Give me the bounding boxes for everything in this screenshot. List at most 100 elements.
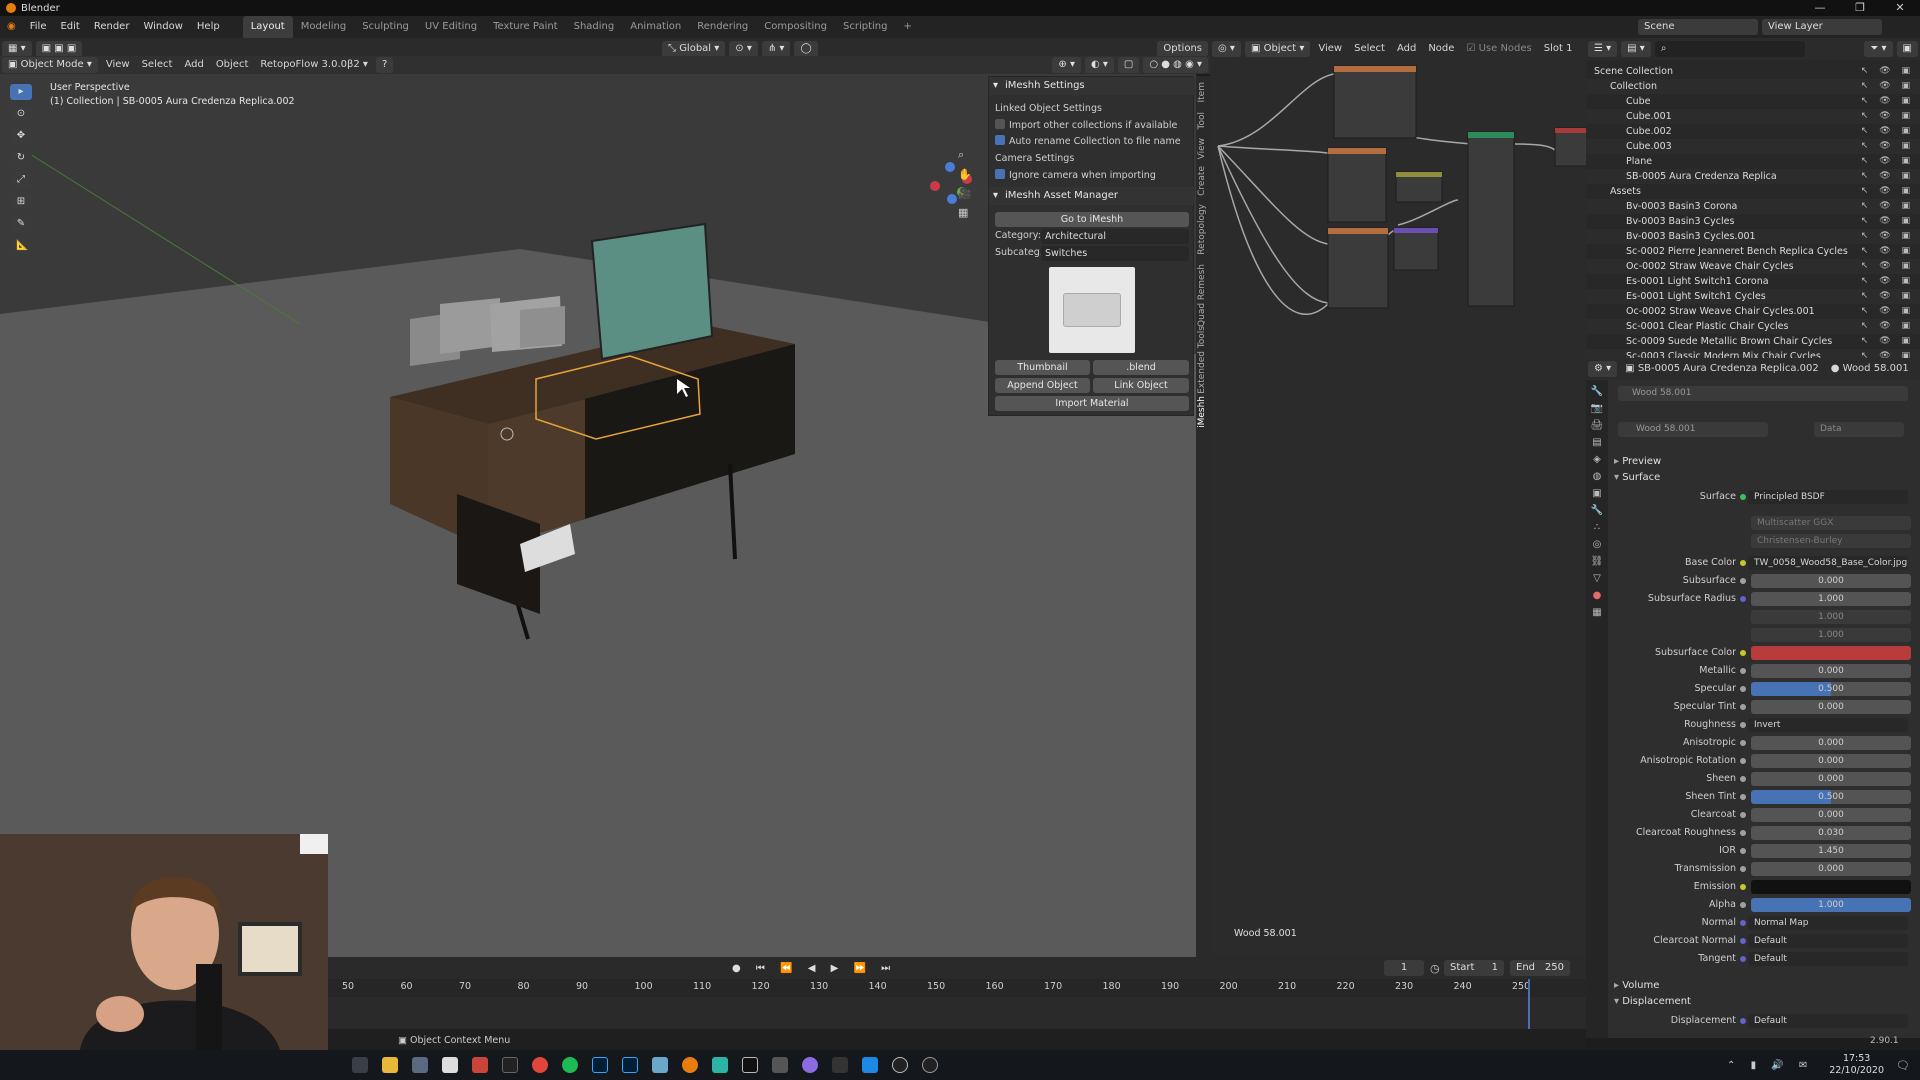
task-view-icon[interactable] — [345, 1050, 375, 1080]
socket-dot[interactable] — [1740, 830, 1746, 836]
visibility-toggle-icon[interactable]: ↖ 👁 ▣ — [1861, 319, 1914, 334]
snap-toggle[interactable]: ⋔ ▾ — [761, 41, 791, 57]
github-icon[interactable] — [795, 1050, 825, 1080]
blender-menu-icon[interactable]: ◉ — [0, 16, 23, 38]
socket-dot[interactable] — [1740, 686, 1746, 692]
outliner-row[interactable]: Sc-0001 Clear Plastic Chair Cycles ↖ 👁 ▣ — [1586, 319, 1920, 334]
physics-tab-icon[interactable]: ◎ — [1593, 539, 1602, 550]
outliner-row[interactable]: Cube.001 ↖ 👁 ▣ — [1586, 109, 1920, 124]
menu-window[interactable]: Window — [136, 16, 189, 38]
mode-dropdown[interactable]: ▣ Object Mode ▾ — [2, 57, 98, 73]
select-tool-icon[interactable]: ▸ — [10, 84, 32, 100]
xray-toggle-icon[interactable]: ▢ — [1117, 57, 1140, 73]
socket-dot[interactable] — [1740, 596, 1746, 602]
tab-animation[interactable]: Animation — [622, 16, 689, 38]
shader-input-field[interactable]: 0.000 — [1751, 700, 1911, 714]
visibility-toggle-icon[interactable]: ↖ 👁 ▣ — [1861, 109, 1914, 124]
shader-input-field[interactable]: 1.000 — [1751, 628, 1911, 642]
outliner-row[interactable]: Bv-0003 Basin3 Cycles.001 ↖ 👁 ▣ — [1586, 229, 1920, 244]
calculator-icon[interactable] — [405, 1050, 435, 1080]
tab-uv-editing[interactable]: UV Editing — [417, 16, 485, 38]
shader-input-field[interactable]: 0.500 — [1751, 682, 1911, 696]
visibility-toggle-icon[interactable]: ↖ 👁 ▣ — [1861, 214, 1914, 229]
shader-input-field[interactable]: 0.500 — [1751, 790, 1911, 804]
imeshh-settings-header[interactable]: iMeshh Settings — [989, 77, 1195, 95]
visibility-toggle-icon[interactable]: ↖ 👁 ▣ — [1861, 184, 1914, 199]
socket-dot[interactable] — [1740, 884, 1746, 890]
terminal-icon[interactable] — [495, 1050, 525, 1080]
material-datablock-field[interactable]: Wood 58.001 — [1618, 422, 1768, 437]
rotate-tool-icon[interactable]: ↻ — [10, 150, 32, 166]
menu-object[interactable]: Object — [210, 54, 255, 76]
socket-dot[interactable] — [1740, 704, 1746, 710]
outliner-row[interactable]: Oc-0002 Straw Weave Chair Cycles ↖ 👁 ▣ — [1586, 259, 1920, 274]
subsurface-method-dropdown[interactable]: Christensen-Burley — [1751, 534, 1911, 548]
append-object-button[interactable]: Append Object — [995, 378, 1090, 393]
tab-layout[interactable]: Layout — [242, 16, 293, 38]
link-object-button[interactable]: Link Object — [1093, 378, 1189, 393]
obs-icon[interactable] — [885, 1050, 915, 1080]
socket-dot[interactable] — [1740, 668, 1746, 674]
annotate-tool-icon[interactable]: ✎ — [10, 216, 32, 232]
outliner-row[interactable]: Cube.003 ↖ 👁 ▣ — [1586, 139, 1920, 154]
shader-input-field[interactable]: 0.000 — [1751, 772, 1911, 786]
menu-help[interactable]: Help — [190, 16, 227, 38]
socket-dot[interactable] — [1740, 902, 1746, 908]
shader-input-field[interactable]: Default — [1748, 952, 1908, 966]
socket-dot[interactable] — [1740, 560, 1746, 566]
tab-quad-remesh[interactable]: Quad Remesh — [1197, 264, 1207, 327]
menu-add[interactable]: Add — [178, 54, 209, 76]
visibility-toggle-icon[interactable]: ↖ 👁 ▣ — [1861, 244, 1914, 259]
output-tab-icon[interactable]: 🖨 — [1591, 420, 1604, 431]
outliner-row[interactable]: Cube ↖ 👁 ▣ — [1586, 94, 1920, 109]
app-icon-7[interactable] — [915, 1050, 945, 1080]
visibility-toggle-icon[interactable]: ↖ 👁 ▣ — [1861, 274, 1914, 289]
texture-tab-icon[interactable]: ▦ — [1592, 607, 1601, 618]
node-menu-add[interactable]: Add — [1391, 38, 1422, 60]
outliner-row[interactable]: Es-0001 Light Switch1 Cycles ↖ 👁 ▣ — [1586, 289, 1920, 304]
visibility-toggle-icon[interactable]: ↖ 👁 ▣ — [1861, 139, 1914, 154]
visibility-toggle-icon[interactable]: ↖ 👁 ▣ — [1861, 199, 1914, 214]
visibility-toggle-icon[interactable]: ↖ 👁 ▣ — [1861, 259, 1914, 274]
constraints-tab-icon[interactable]: ⛓ — [1591, 556, 1604, 567]
node-menu-select[interactable]: Select — [1348, 38, 1391, 60]
shader-node-editor[interactable]: Wood 58.001 — [1210, 60, 1586, 957]
gizmo-toggle-icon[interactable]: ⊕ ▾ — [1052, 57, 1081, 73]
properties-editor-type-button[interactable]: ⚙ ▾ — [1588, 361, 1618, 377]
options-dropdown[interactable]: Options — [1157, 41, 1208, 57]
app-icon-3[interactable] — [645, 1050, 675, 1080]
visibility-toggle-icon[interactable]: ↖ 👁 ▣ — [1861, 229, 1914, 244]
chrome-icon[interactable] — [525, 1050, 555, 1080]
tab-texture-paint[interactable]: Texture Paint — [485, 16, 566, 38]
tab-view[interactable]: View — [1197, 138, 1207, 159]
material-tab-icon[interactable]: ● — [1593, 590, 1602, 601]
system-tray-icons[interactable]: ⌃ ▮ 🔊 ✉ — [1727, 1060, 1813, 1071]
pan-icon[interactable]: ✋ — [958, 168, 972, 181]
notification-icon[interactable]: 🗨 — [1896, 1059, 1910, 1072]
shader-input-field[interactable]: Invert — [1748, 718, 1908, 732]
socket-dot[interactable] — [1740, 758, 1746, 764]
outliner-row[interactable]: Bv-0003 Basin3 Corona ↖ 👁 ▣ — [1586, 199, 1920, 214]
app-icon-2[interactable] — [465, 1050, 495, 1080]
menu-edit[interactable]: Edit — [53, 16, 86, 38]
tab-scripting[interactable]: Scripting — [835, 16, 895, 38]
shader-input-field[interactable]: 0.000 — [1751, 754, 1911, 768]
shader-input-field[interactable]: 1.000 — [1751, 592, 1911, 606]
import-other-collections-checkbox[interactable]: Import other collections if available — [995, 119, 1177, 131]
socket-dot[interactable] — [1740, 776, 1746, 782]
socket-dot[interactable] — [1740, 650, 1746, 656]
visibility-toggle-icon[interactable]: ↖ 👁 ▣ — [1861, 124, 1914, 139]
vscode-icon[interactable] — [855, 1050, 885, 1080]
file-explorer-icon[interactable] — [375, 1050, 405, 1080]
outliner-filter-icon[interactable]: ⏷ ▾ — [1864, 41, 1893, 57]
pivot-dropdown[interactable]: ⊙ ▾ — [729, 41, 758, 57]
timeline-ruler[interactable]: 50 60 70 80 90 100 110 120 130 140 150 160 170 180 190… — [328, 979, 1586, 997]
outliner-row[interactable]: SB-0005 Aura Credenza Replica ↖ 👁 ▣ — [1586, 169, 1920, 184]
imeshh-asset-manager-header[interactable]: iMeshh Asset Manager — [989, 187, 1195, 205]
shader-input-field[interactable]: 0.030 — [1751, 826, 1911, 840]
view-layer-tab-icon[interactable]: ▤ — [1592, 437, 1601, 448]
photoshop-icon[interactable] — [585, 1050, 615, 1080]
visibility-toggle-icon[interactable]: ↖ 👁 ▣ — [1861, 334, 1914, 349]
current-frame-field[interactable]: 1 — [1384, 960, 1424, 976]
shader-type-dropdown[interactable]: ▣ Object ▾ — [1244, 41, 1311, 57]
